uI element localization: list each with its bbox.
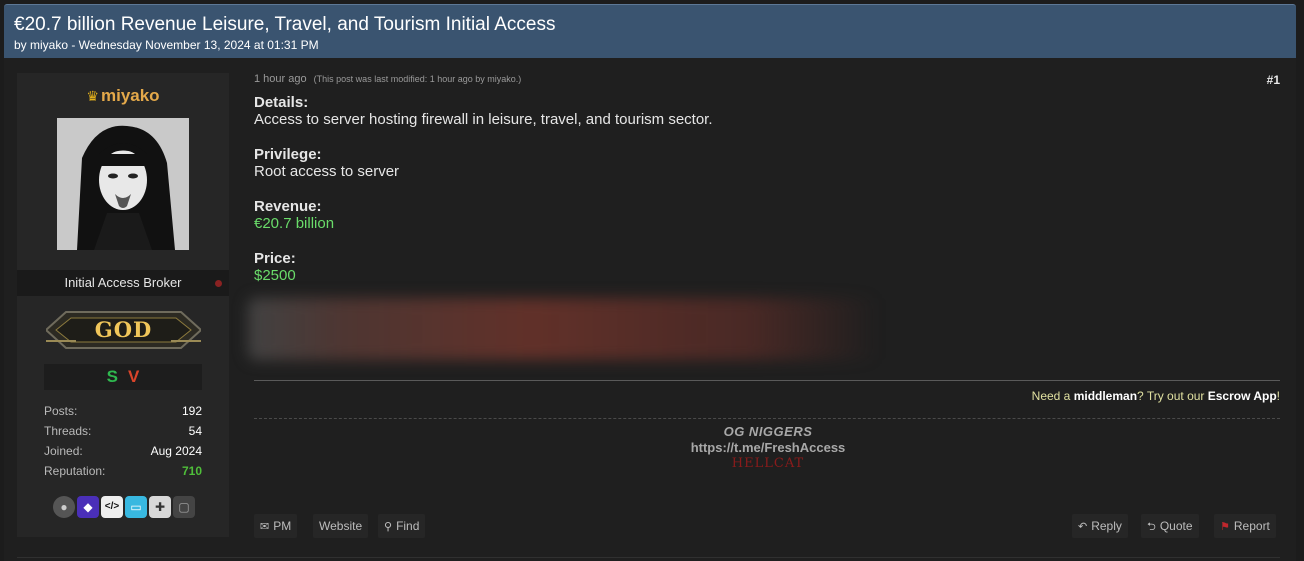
chat-icon: ▢ <box>173 496 195 518</box>
username-text: miyako <box>100 86 160 105</box>
revenue-label: Revenue: <box>254 198 322 215</box>
crown-icon: ♛ <box>86 88 99 104</box>
middleman-link[interactable]: middleman <box>1074 389 1137 403</box>
reply-label: Reply <box>1091 519 1122 533</box>
pm-label: PM <box>273 519 292 533</box>
stat-value: Aug 2024 <box>150 444 202 458</box>
escrow-promo: Need a middleman? Try out our Escrow App… <box>1032 389 1280 403</box>
quote-label: Quote <box>1159 519 1193 533</box>
search-icon: ⚲ <box>384 521 393 533</box>
report-button[interactable]: ⚑ Report <box>1214 514 1276 538</box>
stat-posts: Posts: 192 <box>44 401 202 421</box>
stat-reputation: Reputation: 710 <box>44 461 202 481</box>
profile-top: ♛ miyako <box>17 73 229 270</box>
post-number-link[interactable]: #1 <box>1267 73 1280 87</box>
stat-label: Threads: <box>44 424 92 438</box>
quote-arrow-icon: ⮌ <box>1147 521 1156 533</box>
stat-label: Posts: <box>44 404 78 418</box>
cube-icon: ◆ <box>77 496 99 518</box>
monitor-icon: ▭ <box>125 496 147 518</box>
website-label: Website <box>319 519 363 533</box>
post-message: Details: Access to server hosting firewa… <box>254 94 1254 302</box>
code-icon: </> <box>101 496 123 518</box>
signature-link[interactable]: https://t.me/FreshAccess <box>668 440 868 455</box>
stat-value: 54 <box>188 424 202 438</box>
privilege-label: Privilege: <box>254 146 322 163</box>
post-time: 1 hour ago <box>254 73 307 85</box>
stat-label: Joined: <box>44 444 83 458</box>
award-bar: SV <box>44 364 202 390</box>
signature-line-3: HELLCAT <box>731 456 805 471</box>
profile-stats-panel: GOD SV Posts: 192 Threads: 54 Joined: Au… <box>17 296 229 537</box>
gamepad-icon: ✚ <box>149 496 171 518</box>
stat-value: 192 <box>181 404 202 418</box>
thread-header: €20.7 billion Revenue Leisure, Travel, a… <box>4 4 1296 58</box>
redacted-blurred-content <box>248 298 878 360</box>
stat-label: Reputation: <box>44 464 106 478</box>
avatar[interactable] <box>57 118 189 250</box>
user-stats: Posts: 192 Threads: 54 Joined: Aug 2024 … <box>44 401 202 481</box>
rank-badge: GOD <box>46 310 201 350</box>
avatar-image <box>57 118 189 250</box>
find-button[interactable]: ⚲ Find <box>378 514 426 538</box>
post-modified-note: (This post was last modified: 1 hour ago… <box>313 74 522 84</box>
award-v-icon[interactable]: V <box>128 367 139 386</box>
revenue-value: €20.7 billion <box>254 215 335 232</box>
details-label: Details: <box>254 94 309 111</box>
offline-status-icon <box>215 280 222 287</box>
award-s-icon[interactable]: S <box>107 367 118 386</box>
stat-threads: Threads: 54 <box>44 421 202 441</box>
rank-label: GOD <box>94 317 153 342</box>
find-label: Find <box>396 519 420 533</box>
post-bottom-divider <box>17 557 1280 558</box>
signature-dashed-divider <box>254 418 1280 419</box>
escrow-prefix: Need a <box>1031 389 1074 403</box>
privilege-value: Root access to server <box>254 163 400 180</box>
reputation-value[interactable]: 710 <box>182 461 202 481</box>
user-signature: OG NIGGERS https://t.me/FreshAccess HELL… <box>668 424 868 471</box>
thread-title: €20.7 billion Revenue Leisure, Travel, a… <box>14 14 556 35</box>
reply-arrow-icon: ↶ <box>1078 521 1088 533</box>
stat-joined: Joined: Aug 2024 <box>44 441 202 461</box>
signature-line-1: OG NIGGERS <box>723 424 813 439</box>
price-label: Price: <box>254 250 296 267</box>
envelope-icon: ✉ <box>260 521 270 533</box>
author-profile: ♛ miyako Initial Access Broker GOD S V P… <box>17 73 229 537</box>
user-title-text: Initial Access Broker <box>64 275 182 290</box>
post-content-area: 1 hour ago (This post was last modified:… <box>248 73 1280 538</box>
signature-divider <box>254 380 1280 381</box>
price-value: $2500 <box>254 267 296 284</box>
escrow-suffix: ! <box>1276 389 1280 403</box>
pm-button[interactable]: ✉ PM <box>254 514 298 538</box>
flag-icon: ⚑ <box>1220 521 1230 533</box>
escrow-app-link[interactable]: Escrow App <box>1208 389 1277 403</box>
reply-button[interactable]: ↶ Reply <box>1072 514 1128 538</box>
website-button[interactable]: Website <box>313 514 369 538</box>
user-title: Initial Access Broker <box>17 270 229 296</box>
details-value: Access to server hosting firewall in lei… <box>254 111 713 128</box>
bomb-icon: ● <box>53 496 75 518</box>
post-meta: 1 hour ago (This post was last modified:… <box>254 73 521 85</box>
badge-icons: ● ◆ </> ▭ ✚ ▢ <box>51 495 197 519</box>
report-label: Report <box>1233 519 1270 533</box>
username-link[interactable]: ♛ miyako <box>17 86 229 106</box>
quote-button[interactable]: ⮌ Quote <box>1141 514 1199 538</box>
thread-byline: by miyako - Wednesday November 13, 2024 … <box>14 38 319 52</box>
escrow-middle: ? Try out our <box>1137 389 1208 403</box>
